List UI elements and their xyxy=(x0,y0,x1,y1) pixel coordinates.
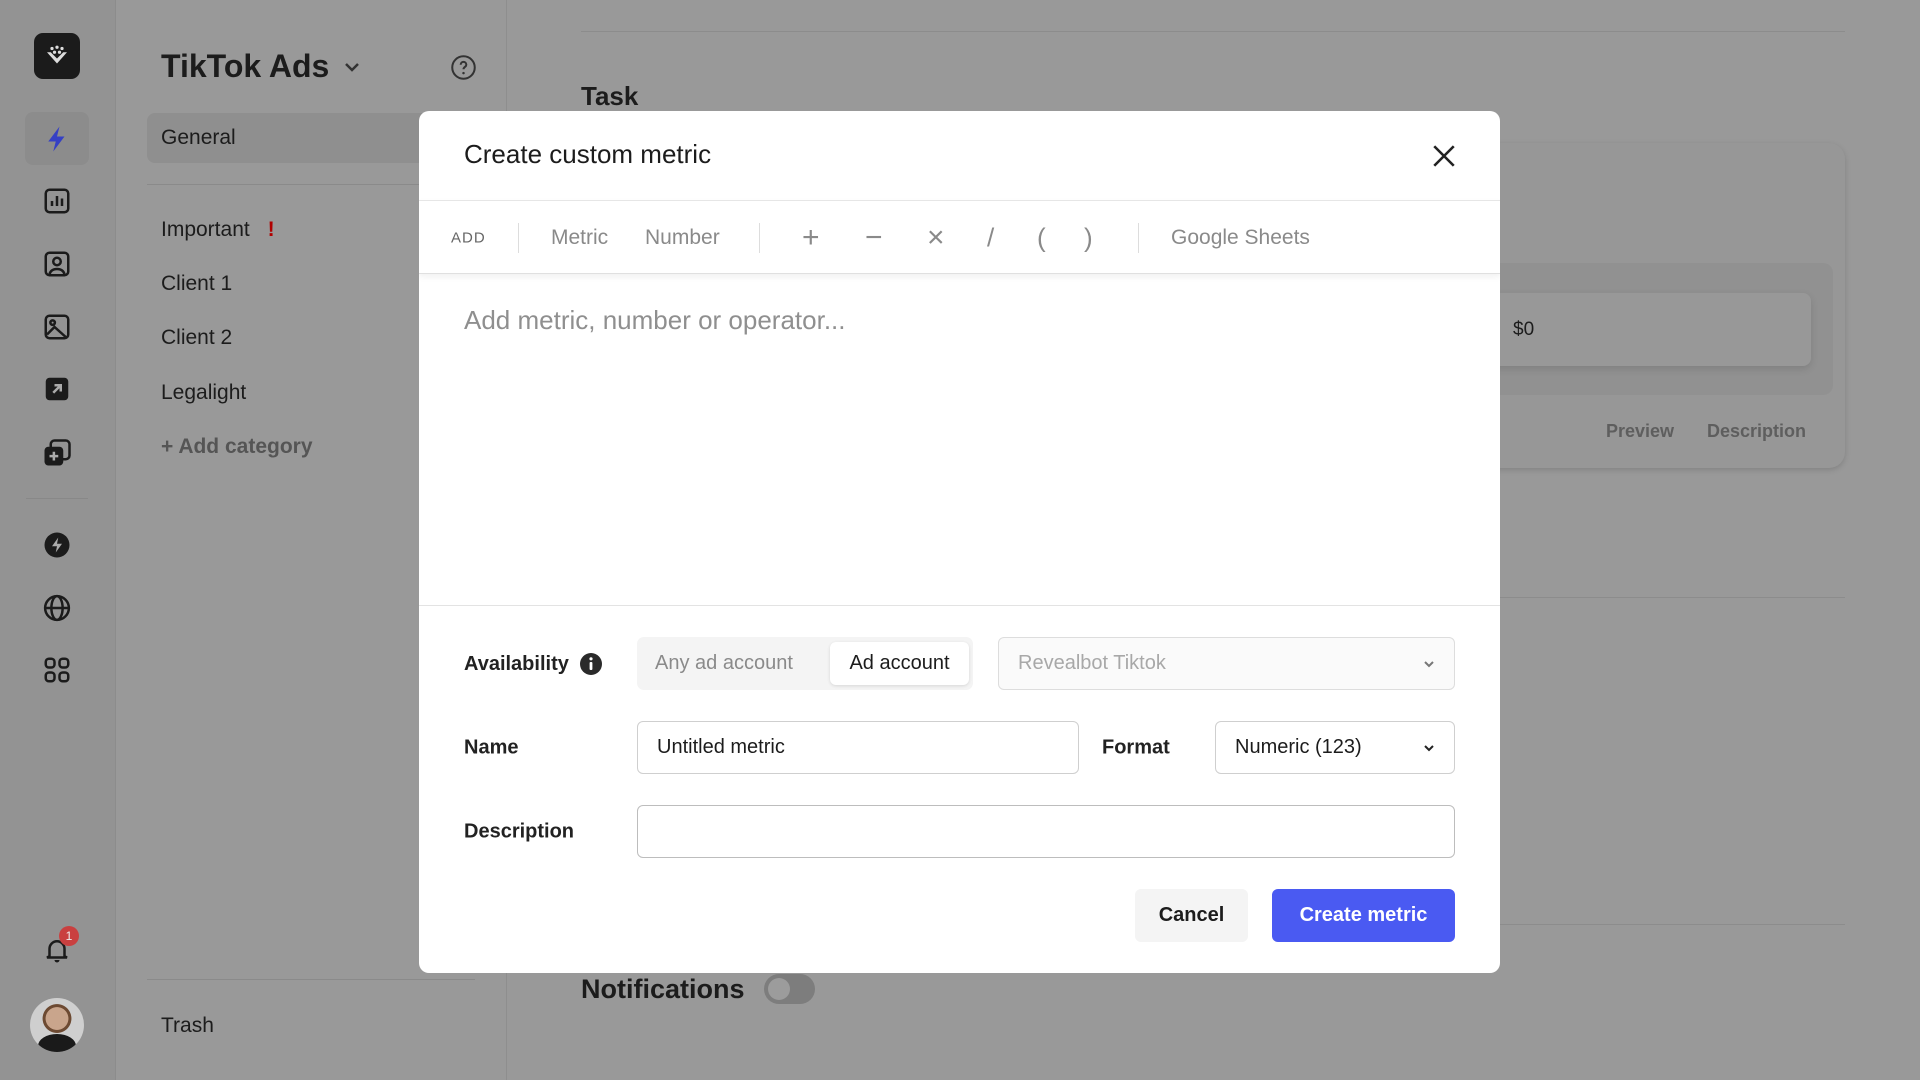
rail-rules[interactable] xyxy=(33,521,81,569)
automation-icon xyxy=(44,532,70,558)
chevron-down-icon xyxy=(345,62,360,72)
rail-reports[interactable] xyxy=(33,177,81,225)
chart-icon xyxy=(44,188,70,214)
divider xyxy=(147,979,475,980)
tab-description[interactable]: Description xyxy=(1707,421,1806,442)
add-category-button[interactable]: + Add category xyxy=(161,435,313,459)
sidebar-item-trash[interactable]: Trash xyxy=(161,1014,214,1038)
availability-segmented: Any ad account Ad account xyxy=(637,637,973,690)
card-value: $0 xyxy=(1513,319,1535,340)
rail-create[interactable] xyxy=(33,429,81,477)
create-metric-button[interactable]: Create metric xyxy=(1272,889,1455,942)
task-heading: Task xyxy=(581,81,639,111)
add-number-button[interactable]: Number xyxy=(645,226,720,250)
icon-rail: 1 xyxy=(0,0,116,1080)
info-icon[interactable] xyxy=(579,652,603,676)
formula-toolbar: ADD Metric Number + − × / ( ) Google She… xyxy=(419,200,1500,274)
logo[interactable] xyxy=(34,33,80,79)
notifications-bell[interactable]: 1 xyxy=(33,926,81,974)
cancel-button[interactable]: Cancel xyxy=(1135,889,1248,942)
google-sheets-button[interactable]: Google Sheets xyxy=(1171,226,1310,250)
tab-preview[interactable]: Preview xyxy=(1606,421,1674,442)
format-value: Numeric (123) xyxy=(1235,736,1362,758)
option-any-ad-account[interactable]: Any ad account xyxy=(655,652,793,675)
sidebar-item-client-2[interactable]: Client 2 xyxy=(161,326,232,350)
create-metric-modal: Create custom metric ADD Metric Number +… xyxy=(419,111,1500,973)
ad-account-select[interactable]: Revealbot Tiktok xyxy=(998,637,1455,690)
rail-creatives[interactable] xyxy=(33,303,81,351)
rail-globe[interactable] xyxy=(33,584,81,632)
logo-icon xyxy=(47,45,67,64)
avatar-shoulders xyxy=(38,1034,76,1052)
availability-text: Availability xyxy=(464,652,569,675)
format-label: Format xyxy=(1102,736,1170,759)
external-link-icon xyxy=(45,377,69,401)
separator xyxy=(518,223,519,253)
notifications-label: Notifications xyxy=(581,974,745,1004)
plus-operator-button[interactable]: + xyxy=(802,221,820,255)
divider xyxy=(581,31,1845,32)
sidebar-item-legalight[interactable]: Legalight xyxy=(161,381,246,405)
rail-divider xyxy=(26,498,88,499)
formula-placeholder: Add metric, number or operator... xyxy=(464,305,846,335)
description-input[interactable] xyxy=(637,805,1455,858)
add-copy-icon xyxy=(44,439,71,466)
divide-operator-button[interactable]: / xyxy=(987,223,994,254)
name-value: Untitled metric xyxy=(657,736,785,758)
rail-apps[interactable] xyxy=(33,646,81,694)
sidebar-item-label: General xyxy=(161,126,236,149)
rail-launch[interactable] xyxy=(33,365,81,413)
help-icon[interactable] xyxy=(450,54,477,81)
chevron-down-icon xyxy=(1424,660,1434,667)
formula-editor[interactable]: Add metric, number or operator... xyxy=(419,275,1500,605)
multiply-operator-button[interactable]: × xyxy=(927,221,945,255)
sidebar-item-label: Important xyxy=(161,218,250,241)
important-badge: ! xyxy=(267,218,275,241)
open-paren-button[interactable]: ( xyxy=(1037,223,1046,254)
notification-badge: 1 xyxy=(59,926,79,946)
toggle-knob xyxy=(768,978,790,1000)
rail-audiences[interactable] xyxy=(33,240,81,288)
workspace-switcher[interactable]: TikTok Ads xyxy=(161,48,361,85)
name-label: Name xyxy=(464,736,519,759)
separator xyxy=(1138,223,1139,253)
availability-label: Availability xyxy=(464,652,603,676)
description-label: Description xyxy=(464,820,575,843)
divider xyxy=(419,605,1500,606)
contact-icon xyxy=(44,251,70,277)
globe-icon xyxy=(43,594,71,622)
name-input[interactable]: Untitled metric xyxy=(637,721,1079,774)
add-label: ADD xyxy=(451,229,486,247)
close-paren-button[interactable]: ) xyxy=(1084,223,1093,254)
sidebar-item-important[interactable]: Important ! xyxy=(161,218,275,242)
workspace-title: TikTok Ads xyxy=(161,48,330,84)
add-metric-button[interactable]: Metric xyxy=(551,226,608,250)
image-icon xyxy=(44,314,70,340)
rail-automations[interactable] xyxy=(25,112,89,165)
apps-icon xyxy=(44,657,70,683)
avatar[interactable] xyxy=(30,998,84,1052)
option-ad-account[interactable]: Ad account xyxy=(830,642,969,685)
chevron-down-icon xyxy=(1424,744,1434,751)
minus-operator-button[interactable]: − xyxy=(865,221,883,255)
select-value: Revealbot Tiktok xyxy=(1018,652,1166,674)
modal-title: Create custom metric xyxy=(464,139,712,169)
format-select[interactable]: Numeric (123) xyxy=(1215,721,1455,774)
notifications-toggle[interactable] xyxy=(764,974,815,1004)
bolt-icon xyxy=(48,126,65,151)
sidebar-item-client-1[interactable]: Client 1 xyxy=(161,272,232,296)
close-icon[interactable] xyxy=(1431,143,1457,169)
separator xyxy=(759,223,760,253)
sidebar-item-general[interactable]: General xyxy=(147,113,447,163)
